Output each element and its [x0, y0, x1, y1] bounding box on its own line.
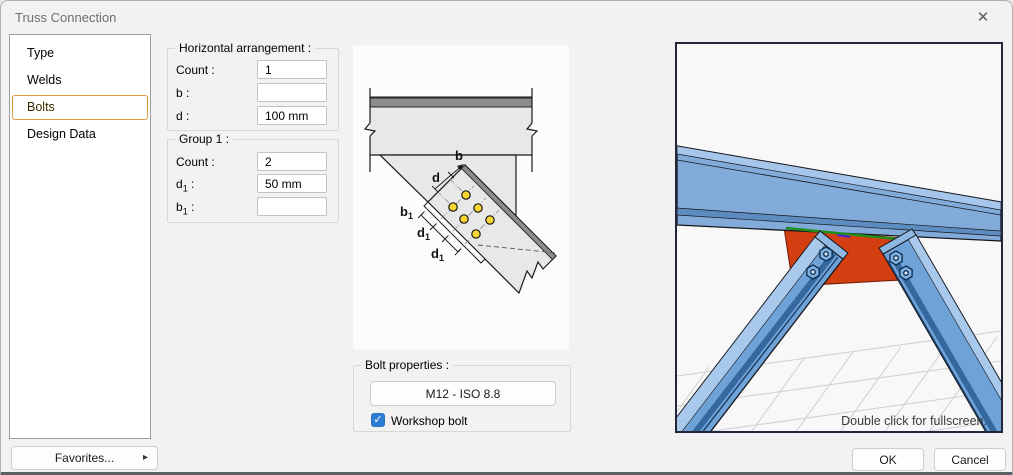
favorites-label: Favorites...	[54, 451, 115, 465]
workshop-bolt-checkbox[interactable]: ✓	[371, 413, 385, 427]
sidebar: Type Welds Bolts Design Data	[9, 34, 151, 439]
dim-label-d1: d1	[431, 246, 444, 263]
ok-button[interactable]: OK	[852, 448, 924, 471]
sidebar-item-welds[interactable]: Welds	[10, 67, 150, 94]
d-label: d :	[176, 109, 190, 123]
window-title: Truss Connection	[15, 10, 117, 25]
b1-input[interactable]	[257, 197, 327, 216]
dim-label-b1: b1	[400, 204, 413, 221]
group1-count-input[interactable]	[257, 152, 327, 171]
favorites-arrow-icon: ▸	[142, 452, 148, 463]
3d-preview-svg: Double click for fullscreen.	[656, 44, 1012, 472]
bolt-grade-button[interactable]: M12 - ISO 8.8	[370, 381, 556, 406]
horizontal-arrangement-group: Horizontal arrangement : Count : b : d :	[167, 41, 339, 131]
dim-label-b: b	[455, 148, 463, 163]
group-title: Horizontal arrangement :	[175, 41, 316, 55]
b-input[interactable]	[257, 83, 327, 102]
dim-label-d1: d1	[417, 225, 430, 242]
b-label: b :	[176, 86, 190, 100]
count-input[interactable]	[257, 60, 327, 79]
cancel-button[interactable]: Cancel	[934, 448, 1006, 471]
workshop-bolt-label: Workshop bolt	[391, 414, 468, 428]
sidebar-item-design-data[interactable]: Design Data	[10, 121, 150, 148]
d1-input[interactable]	[257, 174, 327, 193]
d1-label: d1 :	[176, 177, 195, 194]
connection-sketch: d b b1 d1 d1	[353, 45, 569, 349]
count-label: Count :	[176, 63, 215, 77]
sidebar-item-bolts[interactable]: Bolts	[12, 95, 148, 120]
favorites-button[interactable]: Favorites... ▸	[11, 446, 158, 470]
bolt-properties-group: Bolt properties : M12 - ISO 8.8 ✓ Worksh…	[353, 358, 571, 432]
d-input[interactable]	[257, 106, 327, 125]
group-title: Group 1 :	[175, 132, 234, 146]
sketch-svg: d b b1 d1 d1	[363, 88, 558, 295]
b1-label: b1 :	[176, 200, 195, 217]
group-title: Bolt properties :	[361, 358, 454, 372]
group1-count-label: Count :	[176, 155, 215, 169]
truss-connection-dialog: Truss Connection ✕ Type Welds Bolts Desi…	[0, 0, 1013, 475]
dim-label-d: d	[432, 170, 440, 185]
close-icon[interactable]: ✕	[968, 6, 998, 30]
fullscreen-hint: Double click for fullscreen.	[841, 414, 987, 428]
sidebar-item-type[interactable]: Type	[10, 40, 150, 67]
titlebar: Truss Connection ✕	[1, 1, 1012, 34]
group1-group: Group 1 : Count : d1 : b1 :	[167, 132, 339, 223]
3d-preview[interactable]: Double click for fullscreen.	[656, 42, 1012, 472]
